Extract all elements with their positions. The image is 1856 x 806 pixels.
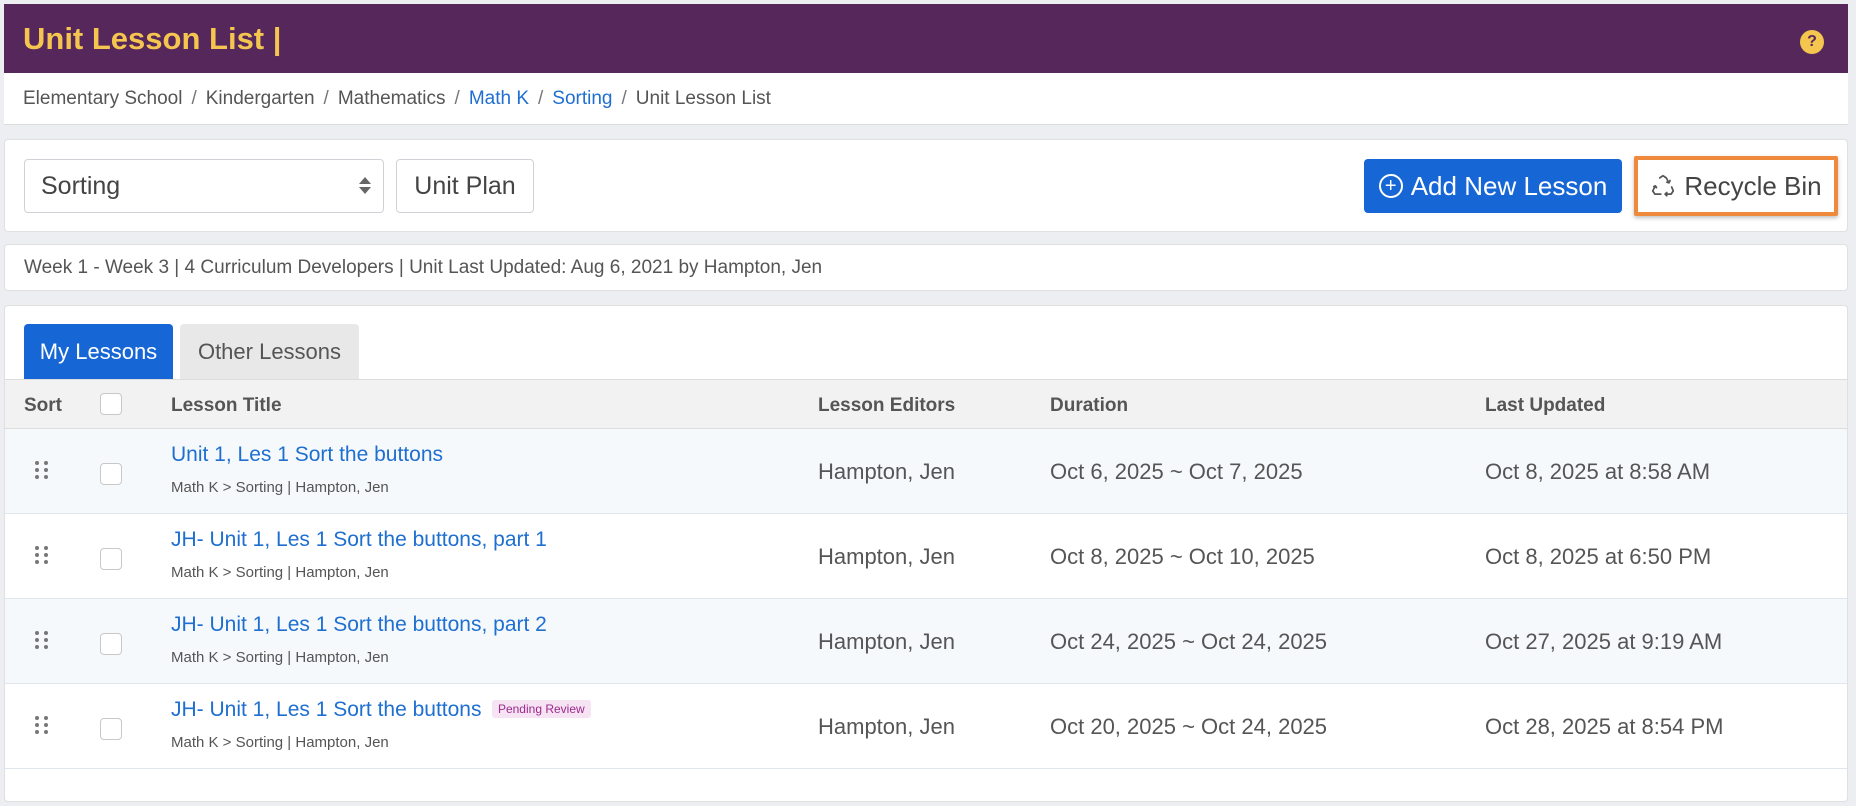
row-checkbox[interactable] — [100, 633, 122, 655]
lesson-title-link[interactable]: JH- Unit 1, Les 1 Sort the buttons — [171, 698, 482, 721]
lesson-title-cell: Unit 1, Les 1 Sort the buttons Math K > … — [171, 443, 443, 496]
lesson-editor: Hampton, Jen — [818, 544, 955, 569]
lesson-title-cell: JH- Unit 1, Les 1 Sort the buttons, part… — [171, 528, 547, 581]
select-arrows-icon — [359, 177, 371, 194]
lesson-title-link[interactable]: Unit 1, Les 1 Sort the buttons — [171, 443, 443, 466]
breadcrumb-separator: / — [454, 87, 460, 109]
plus-circle-icon: + — [1378, 174, 1403, 198]
lesson-editor: Hampton, Jen — [818, 714, 955, 739]
page-title: Unit Lesson List | — [23, 20, 282, 56]
unit-select-value: Sorting — [41, 171, 121, 200]
lesson-duration: Oct 6, 2025 ~ Oct 7, 2025 — [1050, 459, 1303, 484]
lesson-last-updated: Oct 28, 2025 at 8:54 PM — [1485, 714, 1724, 739]
breadcrumb-separator: / — [621, 87, 627, 109]
breadcrumb-separator: / — [323, 87, 329, 109]
table-row: JH- Unit 1, Les 1 Sort the buttons Pendi… — [5, 684, 1847, 769]
unit-info-bar: Week 1 - Week 3 | 4 Curriculum Developer… — [4, 244, 1848, 291]
toolbar: Sorting Unit Plan + Add New Lesson Recyc… — [4, 139, 1848, 232]
tab-other-lessons[interactable]: Other Lessons — [180, 324, 359, 380]
lesson-title-link[interactable]: JH- Unit 1, Les 1 Sort the buttons, part… — [171, 528, 547, 551]
breadcrumb-sorting[interactable]: Sorting — [552, 88, 612, 110]
unit-plan-button[interactable]: Unit Plan — [396, 159, 534, 213]
lesson-last-updated: Oct 8, 2025 at 8:58 AM — [1485, 459, 1711, 484]
lesson-editor: Hampton, Jen — [818, 459, 955, 484]
tab-my-lessons[interactable]: My Lessons — [24, 324, 173, 380]
breadcrumb-mathematics[interactable]: Mathematics — [338, 88, 446, 110]
table-row: Unit 1, Les 1 Sort the buttons Math K > … — [5, 429, 1847, 514]
lesson-duration: Oct 24, 2025 ~ Oct 24, 2025 — [1050, 629, 1328, 654]
drag-handle-icon[interactable] — [35, 631, 48, 649]
lessons-panel: My Lessons Other Lessons Sort Lesson Tit… — [4, 305, 1848, 802]
lesson-title-cell: JH- Unit 1, Les 1 Sort the buttons Pendi… — [171, 698, 591, 751]
breadcrumb-elementary-school[interactable]: Elementary School — [23, 88, 182, 110]
add-new-lesson-button[interactable]: + Add New Lesson — [1364, 159, 1622, 213]
breadcrumb-current: Unit Lesson List — [635, 87, 771, 109]
lesson-editor: Hampton, Jen — [818, 629, 955, 654]
lesson-subtitle: Math K > Sorting | Hampton, Jen — [171, 479, 389, 496]
page-header: Unit Lesson List | ? — [4, 4, 1848, 73]
lesson-subtitle: Math K > Sorting | Hampton, Jen — [171, 564, 389, 581]
lesson-subtitle: Math K > Sorting | Hampton, Jen — [171, 734, 389, 751]
lesson-duration: Oct 20, 2025 ~ Oct 24, 2025 — [1050, 714, 1328, 739]
breadcrumb: Elementary School / Kindergarten / Mathe… — [4, 73, 1848, 125]
table-row: JH- Unit 1, Les 1 Sort the buttons, part… — [5, 514, 1847, 599]
column-header-duration[interactable]: Duration — [1050, 395, 1128, 417]
recycle-bin-label: Recycle Bin — [1684, 170, 1822, 201]
lesson-title-cell: JH- Unit 1, Les 1 Sort the buttons, part… — [171, 613, 547, 666]
row-checkbox[interactable] — [100, 548, 122, 570]
table-header: Sort Lesson Title Lesson Editors Duratio… — [5, 379, 1847, 429]
add-new-lesson-label: Add New Lesson — [1410, 170, 1608, 201]
help-icon[interactable]: ? — [1800, 30, 1824, 54]
drag-handle-icon[interactable] — [35, 716, 48, 734]
row-checkbox[interactable] — [100, 463, 122, 485]
lesson-duration: Oct 8, 2025 ~ Oct 10, 2025 — [1050, 544, 1315, 569]
table-row: JH- Unit 1, Les 1 Sort the buttons, part… — [5, 599, 1847, 684]
recycle-bin-button[interactable]: Recycle Bin — [1634, 156, 1838, 216]
lesson-title-link[interactable]: JH- Unit 1, Les 1 Sort the buttons, part… — [171, 613, 547, 636]
breadcrumb-separator: / — [538, 87, 544, 109]
select-all-checkbox[interactable] — [100, 393, 122, 415]
drag-handle-icon[interactable] — [35, 461, 48, 479]
drag-handle-icon[interactable] — [35, 546, 48, 564]
recycle-icon — [1652, 174, 1675, 197]
unit-info-text: Week 1 - Week 3 | 4 Curriculum Developer… — [24, 256, 823, 278]
breadcrumb-separator: / — [191, 87, 197, 109]
lesson-last-updated: Oct 8, 2025 at 6:50 PM — [1485, 544, 1712, 569]
column-header-updated[interactable]: Last Updated — [1485, 395, 1605, 417]
lesson-last-updated: Oct 27, 2025 at 9:19 AM — [1485, 629, 1723, 654]
unit-select[interactable]: Sorting — [24, 159, 384, 213]
column-header-sort[interactable]: Sort — [24, 395, 62, 417]
column-header-title[interactable]: Lesson Title — [171, 395, 282, 417]
breadcrumb-kindergarten[interactable]: Kindergarten — [206, 88, 315, 110]
lesson-subtitle: Math K > Sorting | Hampton, Jen — [171, 649, 389, 666]
column-header-editors[interactable]: Lesson Editors — [818, 395, 955, 417]
row-checkbox[interactable] — [100, 718, 122, 740]
breadcrumb-math-k[interactable]: Math K — [469, 88, 529, 110]
pending-review-badge: Pending Review — [491, 700, 591, 718]
